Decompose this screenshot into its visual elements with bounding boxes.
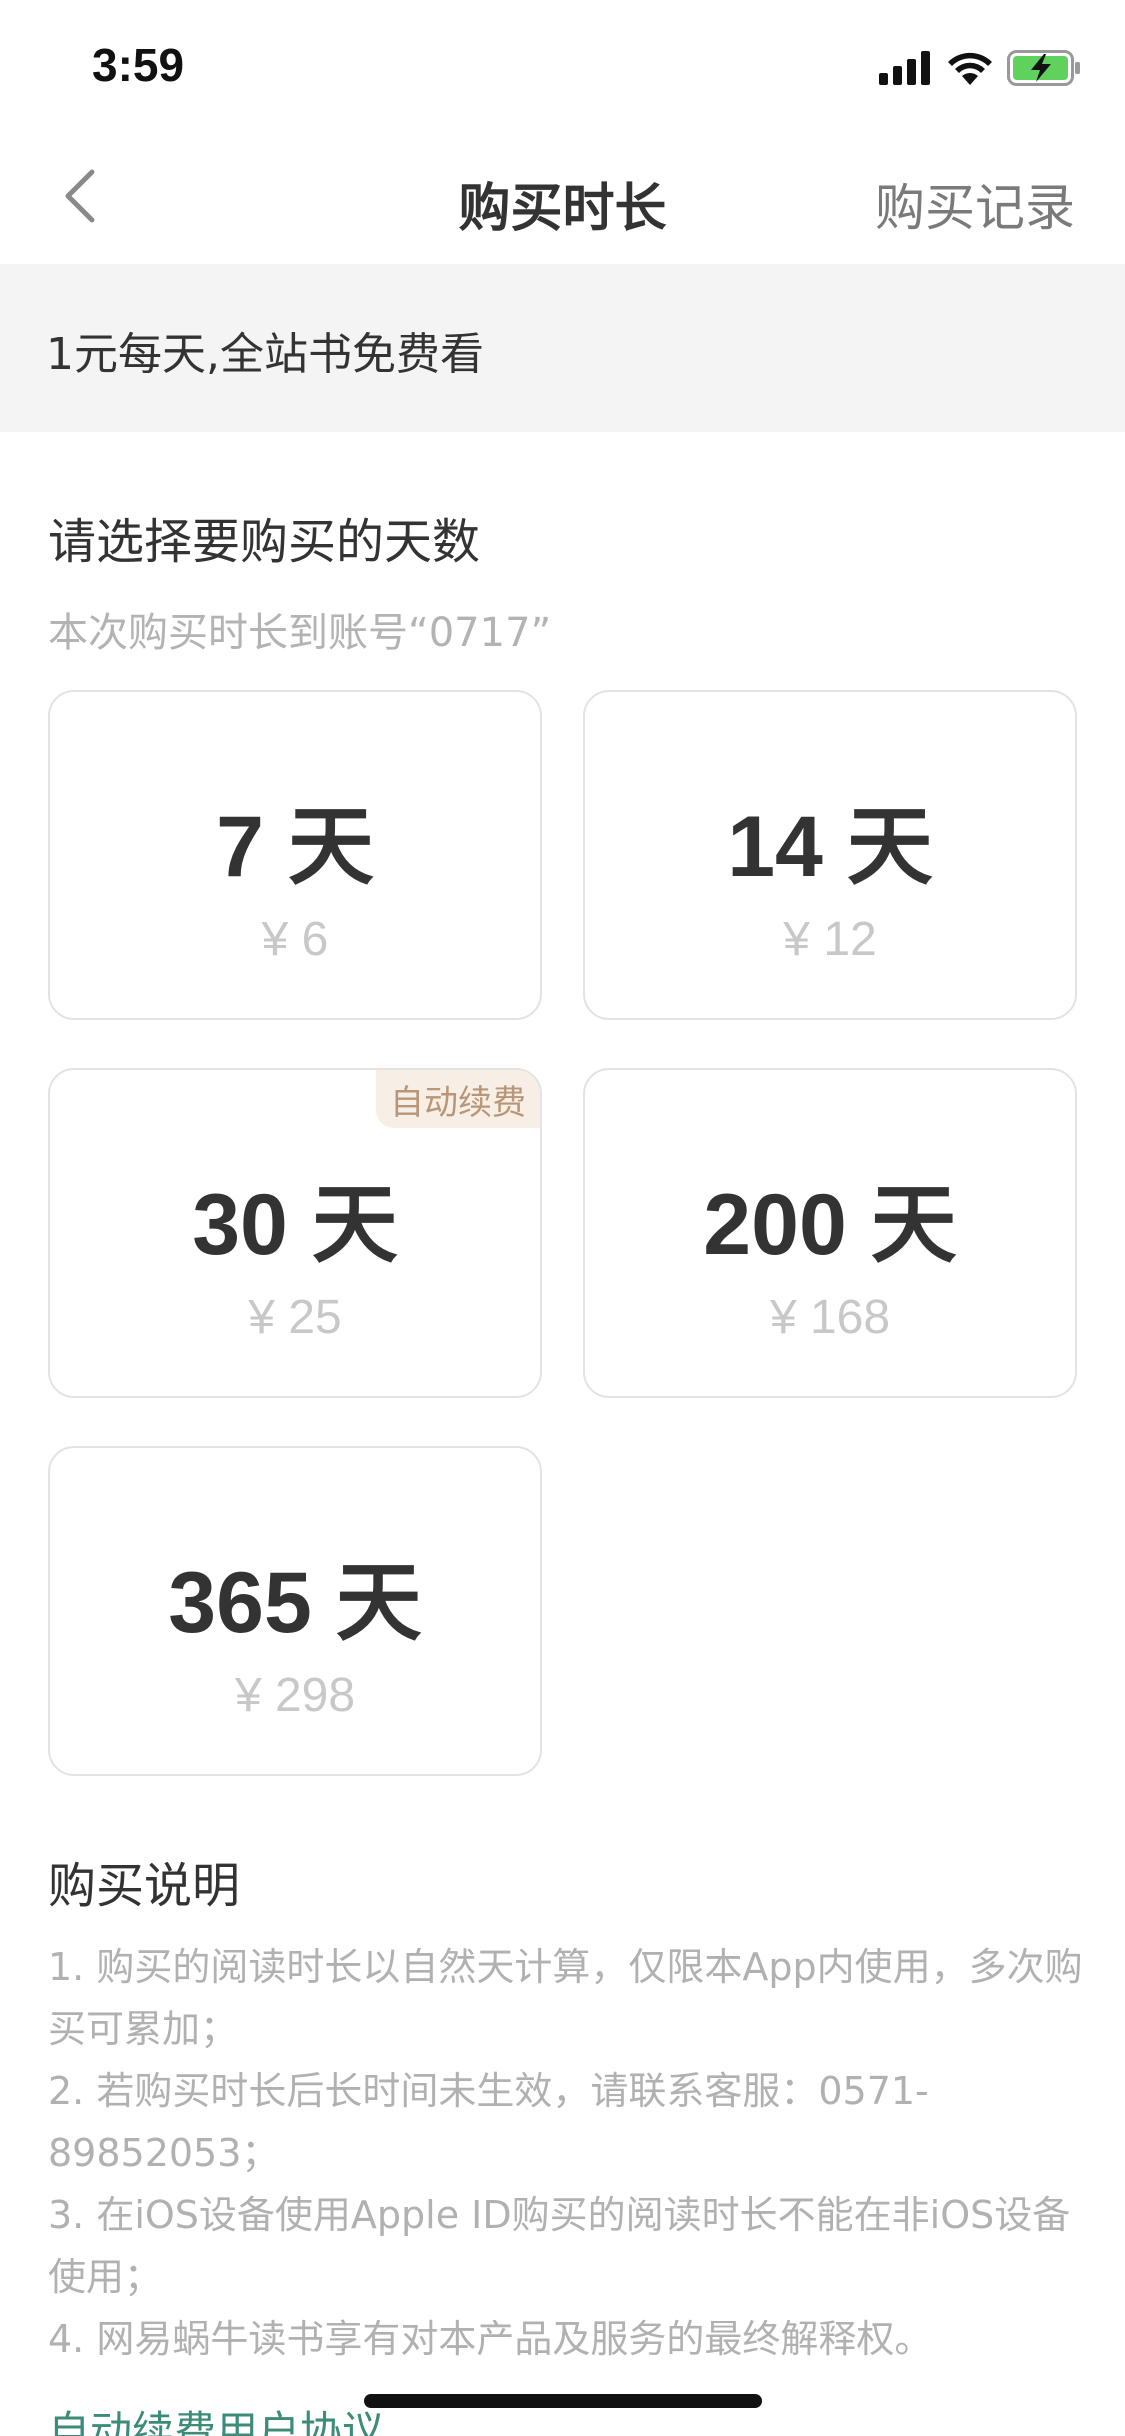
plan-days: 14 天: [727, 799, 933, 895]
plan-card-200-days[interactable]: 200 天 ¥ 168: [583, 1068, 1077, 1398]
status-time: 3:59: [92, 39, 185, 91]
plan-card-30-days[interactable]: 自动续费 30 天 ¥ 25: [48, 1068, 542, 1398]
note-item: 3. 在iOS设备使用Apple ID购买的阅读时长不能在非iOS设备使用；: [48, 2193, 1071, 2299]
plan-price: ¥ 298: [234, 1669, 356, 1722]
purchase-history-link[interactable]: 购买记录: [875, 168, 1075, 240]
choose-days-heading: 请选择要购买的天数: [48, 514, 481, 570]
plan-card-7-days[interactable]: 7 天 ¥ 6: [48, 690, 542, 1020]
battery-charging-icon: [1007, 50, 1081, 86]
note-item: 4. 网易蜗牛读书享有对本产品及服务的最终解释权。: [48, 2317, 933, 2361]
promo-banner: 1元每天,全站书免费看: [0, 264, 1125, 432]
cellular-signal-icon: [879, 51, 933, 85]
plan-card-365-days[interactable]: 365 天 ¥ 298: [48, 1446, 542, 1776]
wifi-icon: [947, 51, 993, 85]
plan-price: ¥ 168: [769, 1291, 891, 1344]
purchase-duration-screen: 3:59 购买时长 购买记录 1元每天,全站书免费看 请选择要购买的天数 本次购…: [0, 0, 1125, 2436]
status-bar: 3:59: [0, 0, 1125, 132]
plan-price: ¥ 6: [261, 913, 329, 966]
purchase-notes-list: 1. 购买的阅读时长以自然天计算，仅限本App内使用，多次购买可累加； 2. 若…: [48, 1936, 1088, 2370]
purchase-notes-heading: 购买说明: [48, 1858, 241, 1914]
plan-price: ¥ 12: [783, 913, 877, 966]
plan-days: 365 天: [168, 1555, 422, 1651]
plan-price: ¥ 25: [248, 1291, 342, 1344]
plan-card-14-days[interactable]: 14 天 ¥ 12: [583, 690, 1077, 1020]
plan-days: 7 天: [216, 799, 374, 895]
auto-renew-agreement-link[interactable]: 自动续费用户协议: [48, 2398, 384, 2436]
auto-renew-badge: 自动续费: [376, 1070, 540, 1128]
plan-days: 30 天: [192, 1177, 398, 1273]
status-icons: [879, 48, 1081, 88]
account-notice: 本次购买时长到账号“0717”: [48, 610, 552, 656]
promo-banner-text: 1元每天,全站书免费看: [46, 329, 484, 380]
plan-days: 200 天: [703, 1177, 957, 1273]
nav-bar: 购买时长 购买记录: [0, 132, 1125, 264]
note-item: 2. 若购买时长后长时间未生效，请联系客服：0571-89852053；: [48, 2069, 929, 2175]
note-item: 1. 购买的阅读时长以自然天计算，仅限本App内使用，多次购买可累加；: [48, 1945, 1083, 2051]
home-indicator: [364, 2394, 762, 2408]
